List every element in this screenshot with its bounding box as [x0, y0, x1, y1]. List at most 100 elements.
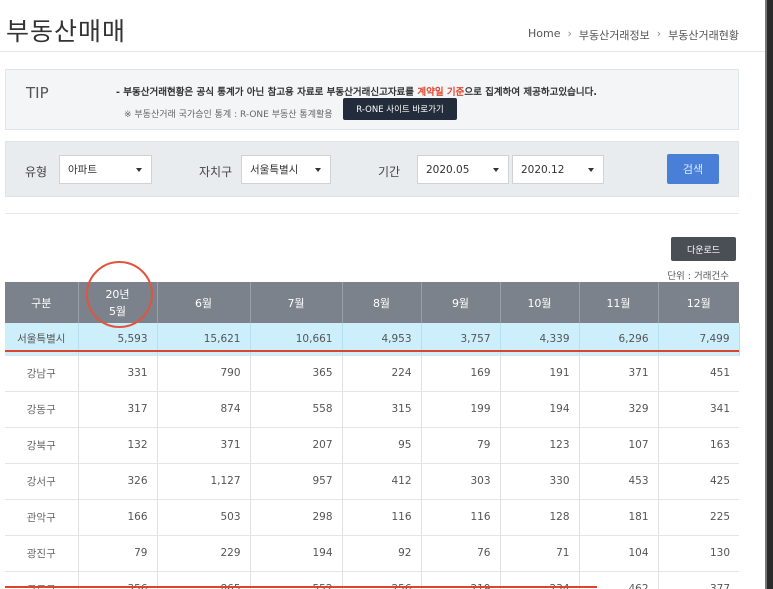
table-cell: 163 [658, 427, 739, 464]
table-cell: 412 [342, 463, 422, 500]
row-label: 관악구 [5, 499, 79, 536]
annotation-underline [5, 350, 739, 352]
caret-down-icon [588, 168, 594, 172]
filter-bar: 유형 아파트 자치구 서울특별시 기간 2020.05 2020.12 검색 [5, 141, 739, 197]
table-cell: 451 [658, 355, 739, 392]
row-label: 강북구 [5, 427, 79, 464]
chevron-right-icon: › [656, 27, 662, 40]
district-label: 자치구 [199, 165, 233, 179]
table-cell: 104 [579, 535, 659, 572]
tip-text-prefix: - 부동산거래현황은 공식 통계가 아닌 참고용 자료로 부동산거래신고자료를 [116, 87, 418, 98]
table-cell: 169 [421, 355, 501, 392]
table-cell: 365 [250, 355, 343, 392]
table-cell: 329 [579, 391, 659, 428]
row-label: 강동구 [5, 391, 79, 428]
table-cell: 330 [500, 463, 580, 500]
period-end-value: 2020.12 [521, 163, 565, 176]
tip-description: - 부동산거래현황은 공식 통계가 아닌 참고용 자료로 부동산거래신고자료를 … [116, 84, 597, 98]
caret-down-icon [315, 168, 321, 172]
table-row: 강북구 132 371 207 95 79 123 107 163 [5, 427, 739, 464]
divider [5, 213, 739, 214]
table-cell: 298 [250, 499, 343, 536]
table-cell: 425 [658, 463, 739, 500]
period-label: 기간 [378, 165, 401, 179]
breadcrumb-home[interactable]: Home [528, 27, 560, 43]
table-cell: 790 [157, 355, 251, 392]
table-cell: 166 [78, 499, 158, 536]
annotation-circle [86, 261, 153, 328]
table-cell: 317 [78, 391, 158, 428]
table-cell: 503 [157, 499, 251, 536]
column-header: 6월 [157, 282, 251, 323]
transactions-table: 구분 20년 5월 6월 7월 8월 9월 10월 11월 12월 서울특별시 … [5, 282, 740, 589]
table-row: 광진구 79 229 194 92 76 71 104 130 [5, 535, 739, 572]
table-cell: 224 [342, 355, 422, 392]
table-cell: 194 [500, 391, 580, 428]
period-end-select[interactable]: 2020.12 [512, 155, 604, 184]
table-cell: 116 [342, 499, 422, 536]
tip-box: TIP - 부동산거래현황은 공식 통계가 아닌 참고용 자료로 부동산거래신고… [5, 69, 739, 130]
caret-down-icon [493, 168, 499, 172]
download-button[interactable]: 다운로드 [671, 237, 736, 261]
table-cell: 130 [658, 535, 739, 572]
table-cell: 191 [500, 355, 580, 392]
table-cell: 371 [579, 355, 659, 392]
table-cell: 79 [421, 427, 501, 464]
column-header: 7월 [250, 282, 343, 323]
page-title: 부동산매매 [6, 17, 127, 46]
table-cell: 194 [250, 535, 343, 572]
tip-label: TIP [26, 84, 49, 102]
table-cell: 76 [421, 535, 501, 572]
table-cell: 957 [250, 463, 343, 500]
period-start-value: 2020.05 [426, 163, 470, 176]
table-cell: 874 [157, 391, 251, 428]
row-label: 강남구 [5, 355, 79, 392]
table-cell: 207 [250, 427, 343, 464]
rone-site-button[interactable]: R-ONE 사이트 바로가기 [343, 98, 457, 120]
period-start-select[interactable]: 2020.05 [417, 155, 509, 184]
type-select-value: 아파트 [68, 164, 97, 176]
table-cell: 95 [342, 427, 422, 464]
table-cell: 181 [579, 499, 659, 536]
table-row: 관악구 166 503 298 116 116 128 181 225 [5, 499, 739, 536]
search-button[interactable]: 검색 [667, 154, 719, 184]
table-cell: 71 [500, 535, 580, 572]
chevron-right-icon: › [567, 27, 572, 40]
row-label: 광진구 [5, 535, 79, 572]
district-select[interactable]: 서울특별시 [241, 155, 331, 184]
table-cell: 341 [658, 391, 739, 428]
table-cell: 331 [78, 355, 158, 392]
type-select[interactable]: 아파트 [59, 155, 152, 184]
column-header: 9월 [421, 282, 501, 323]
breadcrumb-real-estate-info[interactable]: 부동산거래정보 [579, 27, 650, 43]
tip-text-suffix: 으로 집계하여 제공하고있습니다. [464, 87, 597, 98]
table-row: 강남구 331 790 365 224 169 191 371 451 [5, 355, 739, 392]
page: 부동산매매 Home › 부동산거래정보 › 부동산거래현황 TIP - 부동산… [0, 0, 765, 589]
table-cell: 229 [157, 535, 251, 572]
column-header: 12월 [658, 282, 739, 323]
table-row: 강동구 317 874 558 315 199 194 329 341 [5, 391, 739, 428]
table-cell: 79 [78, 535, 158, 572]
table-cell: 132 [78, 427, 158, 464]
table-cell: 92 [342, 535, 422, 572]
tip-highlight: 계약일 기준 [417, 87, 465, 98]
caret-down-icon [136, 168, 142, 172]
district-select-value: 서울특별시 [250, 164, 299, 176]
table-cell: 107 [579, 427, 659, 464]
table-cell: 315 [342, 391, 422, 428]
row-label: 강서구 [5, 463, 79, 500]
breadcrumb-transaction-status[interactable]: 부동산거래현황 [668, 27, 739, 43]
table-cell: 453 [579, 463, 659, 500]
table-cell: 303 [421, 463, 501, 500]
table-cell: 371 [157, 427, 251, 464]
breadcrumb: Home › 부동산거래정보 › 부동산거래현황 [528, 27, 739, 43]
table-cell: 116 [421, 499, 501, 536]
table-cell: 225 [658, 499, 739, 536]
table-row: 강서구 326 1,127 957 412 303 330 453 425 [5, 463, 739, 500]
table-cell: 377 [658, 571, 739, 589]
column-header: 8월 [342, 282, 422, 323]
annotation-underline [5, 586, 597, 588]
window-edge-line [765, 0, 767, 589]
table-cell: 558 [250, 391, 343, 428]
table-cell: 123 [500, 427, 580, 464]
